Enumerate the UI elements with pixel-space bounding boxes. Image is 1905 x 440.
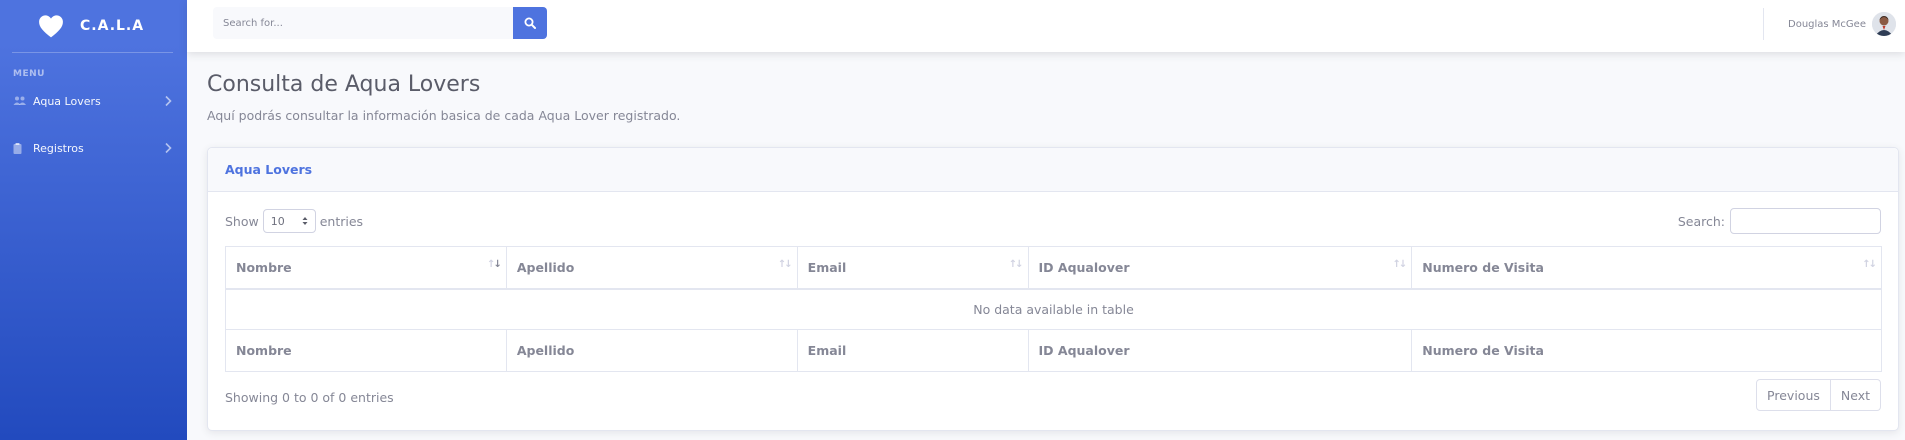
column-header-nombre[interactable]: Nombre ↑↓ [225, 246, 507, 290]
user-name: Douglas McGee [1788, 18, 1866, 30]
column-header-numero-de-visita[interactable]: Numero de Visita ↑↓ [1411, 246, 1882, 290]
sidebar-item-aqua-lovers[interactable]: Aqua Lovers [0, 91, 187, 111]
page-title: Consulta de Aqua Lovers [207, 72, 481, 97]
aqua-lovers-card: Aqua Lovers Show 10 entries Search: Nomb… [207, 147, 1899, 431]
entries-length-control: Show 10 entries [225, 209, 363, 233]
topbar: Douglas McGee [187, 0, 1905, 52]
table-row: No data available in table [225, 288, 1882, 330]
sort-icon: ↑↓ [1862, 259, 1877, 270]
sort-icon: ↑↓ [1392, 259, 1408, 270]
brand-name: C.A.L.A [80, 18, 145, 34]
chevron-right-icon [165, 142, 172, 154]
sidebar-divider [12, 52, 173, 53]
entries-select[interactable]: 10 [262, 209, 316, 233]
column-header-id-aqualover[interactable]: ID Aqualover ↑↓ [1027, 246, 1413, 290]
previous-button[interactable]: Previous [1756, 379, 1831, 411]
sidebar-item-registros[interactable]: Registros [0, 138, 187, 158]
card-title: Aqua Lovers [225, 162, 313, 177]
pagination: Previous Next [1756, 379, 1881, 411]
column-footer-id-aqualover: ID Aqualover [1027, 329, 1413, 372]
search-icon [524, 17, 536, 29]
sort-arrows-icon [302, 217, 308, 225]
table-header-row: Nombre ↑↓ Apellido ↑↓ Email ↑↓ ID Aqualover… [225, 246, 1882, 290]
heart-icon [39, 15, 63, 38]
sort-icon: ↑↓ [487, 259, 502, 270]
users-icon [13, 96, 27, 106]
sidebar-heading: MENU [13, 69, 45, 79]
search-button[interactable] [513, 7, 547, 39]
topbar-divider [1763, 8, 1764, 40]
table-info: Showing 0 to 0 of 0 entries [225, 390, 394, 405]
table-search-input[interactable] [1730, 208, 1881, 234]
sidebar: C.A.L.A MENU Aqua Lovers Registros [0, 0, 187, 440]
aqua-lovers-table: Nombre ↑↓ Apellido ↑↓ Email ↑↓ ID Aqualover… [225, 246, 1882, 372]
topbar-search [213, 7, 547, 39]
sort-icon: ↑↓ [1008, 259, 1024, 270]
search-input[interactable] [213, 7, 513, 39]
table-filter: Search: [1678, 208, 1881, 234]
column-header-email[interactable]: Email ↑↓ [796, 246, 1029, 290]
page-subtitle: Aquí podrás consultar la información bas… [207, 108, 681, 123]
sidebar-item-label: Aqua Lovers [33, 94, 101, 108]
sort-icon: ↑↓ [777, 259, 793, 270]
column-footer-nombre: Nombre [225, 329, 507, 372]
length-prefix: Show [225, 213, 259, 229]
table-footer-row: Nombre Apellido Email ID Aqualover Numer… [225, 329, 1882, 372]
length-suffix: entries [319, 213, 364, 229]
filter-label: Search: [1677, 213, 1725, 229]
column-footer-apellido: Apellido [505, 329, 798, 372]
avatar [1871, 12, 1896, 36]
chevron-right-icon [165, 95, 172, 107]
column-footer-numero-de-visita: Numero de Visita [1411, 329, 1882, 372]
user-menu[interactable]: Douglas McGee [1788, 12, 1896, 36]
clipboard-icon [13, 142, 27, 154]
sidebar-brand[interactable]: C.A.L.A [0, 0, 187, 52]
next-button[interactable]: Next [1830, 379, 1881, 411]
column-footer-email: Email [796, 329, 1029, 372]
sidebar-item-label: Registros [33, 141, 84, 155]
empty-table-message: No data available in table [225, 288, 1882, 330]
card-header: Aqua Lovers [208, 148, 1898, 192]
entries-select-value: 10 [270, 214, 285, 228]
column-header-apellido[interactable]: Apellido ↑↓ [505, 246, 798, 290]
